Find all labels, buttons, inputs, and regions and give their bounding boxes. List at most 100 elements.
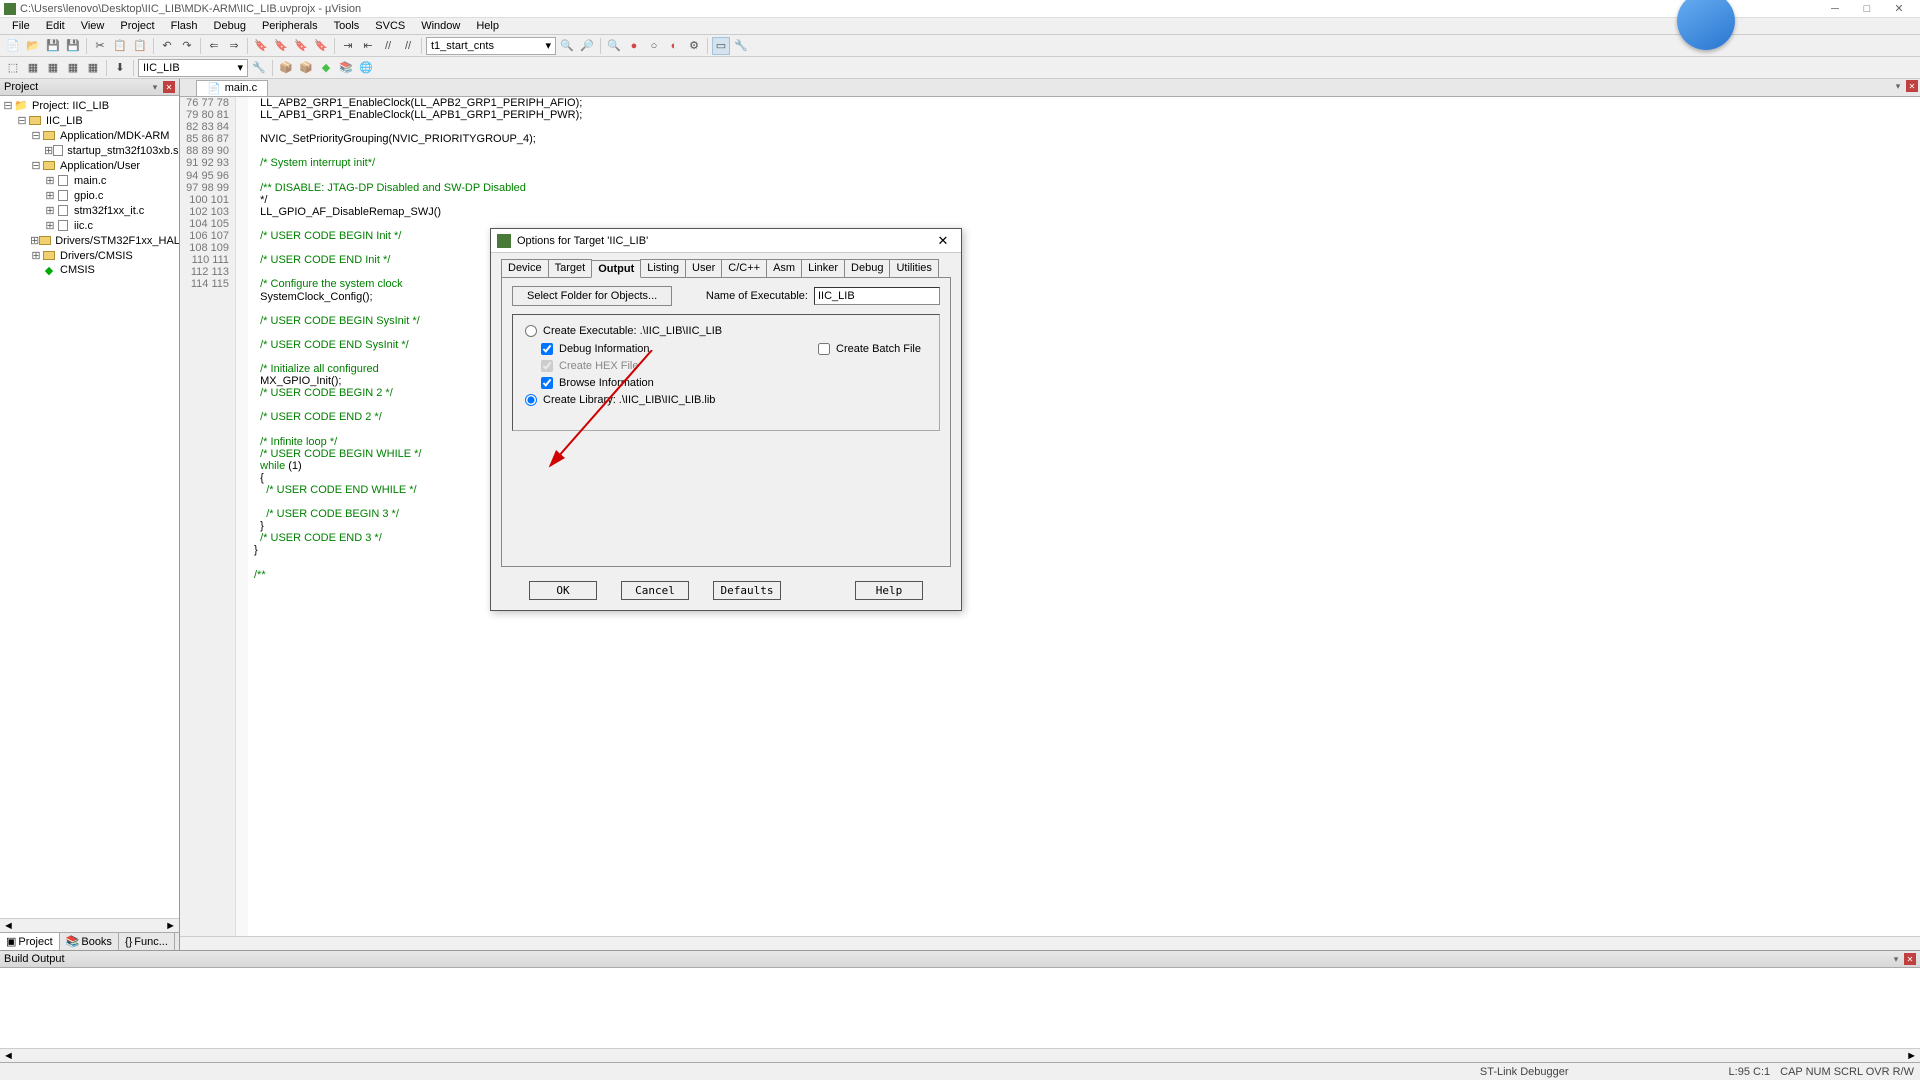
save-all-icon[interactable]: 💾 [64, 37, 82, 55]
batch-build-icon[interactable]: ▦ [64, 59, 82, 77]
panel-pin-icon[interactable]: ▾ [149, 81, 161, 93]
new-icon[interactable]: 📄 [4, 37, 22, 55]
editor-close-icon[interactable]: ✕ [1906, 80, 1918, 92]
ok-button[interactable]: OK [529, 581, 597, 600]
tree-target[interactable]: IIC_LIB [44, 115, 85, 127]
menu-help[interactable]: Help [468, 19, 507, 33]
rte-icon[interactable]: ◆ [317, 59, 335, 77]
open-icon[interactable]: 📂 [24, 37, 42, 55]
web-icon[interactable]: 🌐 [357, 59, 375, 77]
tree-group[interactable]: Drivers/STM32F1xx_HAL_Driv [53, 235, 179, 247]
menu-tools[interactable]: Tools [326, 19, 368, 33]
create-lib-radio[interactable] [525, 394, 537, 406]
config-icon[interactable]: ⚙ [685, 37, 703, 55]
menu-file[interactable]: File [4, 19, 38, 33]
menu-peripherals[interactable]: Peripherals [254, 19, 326, 33]
exec-name-input[interactable] [814, 287, 940, 305]
menu-svcs[interactable]: SVCS [367, 19, 413, 33]
translate-icon[interactable]: ⬚ [4, 59, 22, 77]
tab-target[interactable]: Target [548, 259, 593, 277]
find-icon[interactable]: 🔍 [558, 37, 576, 55]
tab-debug[interactable]: Debug [844, 259, 890, 277]
tab-cpp[interactable]: C/C++ [721, 259, 767, 277]
stop-build-icon[interactable]: ▦ [84, 59, 102, 77]
menu-debug[interactable]: Debug [206, 19, 254, 33]
tree-file[interactable]: main.c [72, 175, 108, 187]
defaults-button[interactable]: Defaults [713, 581, 781, 600]
rebuild-icon[interactable]: ▦ [44, 59, 62, 77]
nav-back-icon[interactable]: ⇐ [205, 37, 223, 55]
wrench-icon[interactable]: 🔧 [732, 37, 750, 55]
tree-file[interactable]: iic.c [72, 220, 95, 232]
tab-output[interactable]: Output [591, 260, 641, 278]
target-combo[interactable]: IIC_LIB▾ [138, 59, 248, 77]
window-icon[interactable]: ▭ [712, 37, 730, 55]
debug-info-checkbox[interactable] [541, 343, 553, 355]
editor-tab-main[interactable]: 📄main.c [196, 80, 268, 96]
outdent-icon[interactable]: ⇤ [359, 37, 377, 55]
menu-window[interactable]: Window [413, 19, 468, 33]
project-scrollbar[interactable]: ◄► [0, 918, 179, 932]
menu-view[interactable]: View [73, 19, 113, 33]
comment-icon[interactable]: // [379, 37, 397, 55]
bookmark-icon[interactable]: 🔖 [252, 37, 270, 55]
undo-icon[interactable]: ↶ [158, 37, 176, 55]
tree-file[interactable]: gpio.c [72, 190, 105, 202]
editor-body[interactable]: 76 77 78 79 80 81 82 83 84 85 86 87 88 8… [180, 97, 1920, 936]
tab-utilities[interactable]: Utilities [889, 259, 938, 277]
manage-icon[interactable]: 📦 [277, 59, 295, 77]
batch-file-checkbox[interactable] [818, 343, 830, 355]
editor-scrollbar-h[interactable] [180, 936, 1920, 950]
breakpoint-icon[interactable]: ◐ [665, 37, 683, 55]
menu-edit[interactable]: Edit [38, 19, 73, 33]
debug-icon[interactable]: ○ [645, 37, 663, 55]
ptab-project[interactable]: ▣ Project [0, 933, 60, 950]
tab-user[interactable]: User [685, 259, 722, 277]
tab-device[interactable]: Device [501, 259, 549, 277]
zoom-icon[interactable]: 🔍 [605, 37, 623, 55]
tree-root[interactable]: Project: IIC_LIB [30, 100, 111, 112]
editor-dropdown-icon[interactable]: ▾ [1892, 80, 1904, 92]
cancel-button[interactable]: Cancel [621, 581, 689, 600]
save-icon[interactable]: 💾 [44, 37, 62, 55]
panel-close-icon[interactable]: ✕ [163, 81, 175, 93]
tree-group[interactable]: CMSIS [58, 264, 97, 276]
build-scrollbar[interactable]: ◄► [0, 1048, 1920, 1062]
tab-linker[interactable]: Linker [801, 259, 845, 277]
nav-fwd-icon[interactable]: ⇒ [225, 37, 243, 55]
build-icon[interactable]: ▦ [24, 59, 42, 77]
build-output-body[interactable] [0, 968, 1920, 1048]
ptab-books[interactable]: 📚 Books [60, 933, 119, 950]
books-icon[interactable]: 📚 [337, 59, 355, 77]
create-exe-radio[interactable] [525, 325, 537, 337]
ptab-functions[interactable]: {} Func... [119, 933, 175, 950]
fold-column[interactable] [236, 97, 248, 936]
tab-asm[interactable]: Asm [766, 259, 802, 277]
uncomment-icon[interactable]: // [399, 37, 417, 55]
tree-group[interactable]: Drivers/CMSIS [58, 250, 135, 262]
help-button[interactable]: Help [855, 581, 923, 600]
dialog-close-button[interactable]: ✕ [931, 232, 955, 250]
maximize-button[interactable]: □ [1860, 2, 1874, 16]
download-icon[interactable]: ⬇ [111, 59, 129, 77]
minimize-button[interactable]: ─ [1828, 2, 1842, 16]
close-button[interactable]: ✕ [1892, 2, 1906, 16]
copy-icon[interactable]: 📋 [111, 37, 129, 55]
bookmark-prev-icon[interactable]: 🔖 [272, 37, 290, 55]
options-icon[interactable]: 🔧 [250, 59, 268, 77]
project-tree[interactable]: ⊟📁Project: IIC_LIB ⊟IIC_LIB ⊟Application… [0, 96, 179, 918]
dialog-titlebar[interactable]: Options for Target 'IIC_LIB' ✕ [491, 229, 961, 253]
pack-installer-icon[interactable]: 📦 [297, 59, 315, 77]
tree-group[interactable]: Application/User [58, 160, 142, 172]
find-files-icon[interactable]: 🔎 [578, 37, 596, 55]
bookmark-next-icon[interactable]: 🔖 [292, 37, 310, 55]
build-close-icon[interactable]: ✕ [1904, 953, 1916, 965]
build-pin-icon[interactable]: ▾ [1890, 953, 1902, 965]
tab-listing[interactable]: Listing [640, 259, 686, 277]
browse-info-checkbox[interactable] [541, 377, 553, 389]
indent-icon[interactable]: ⇥ [339, 37, 357, 55]
cut-icon[interactable]: ✂ [91, 37, 109, 55]
paste-icon[interactable]: 📋 [131, 37, 149, 55]
redo-icon[interactable]: ↷ [178, 37, 196, 55]
menu-flash[interactable]: Flash [163, 19, 206, 33]
